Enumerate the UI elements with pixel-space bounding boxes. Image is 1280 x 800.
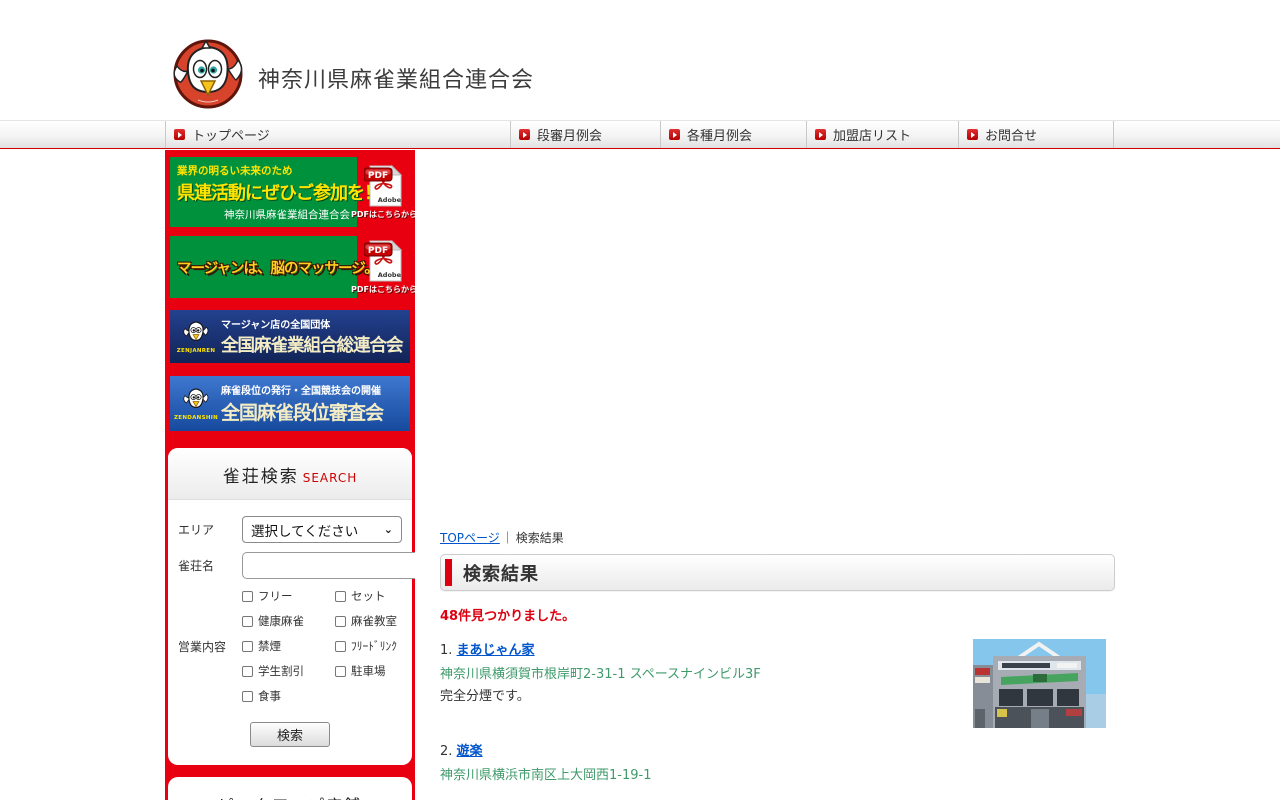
checkbox-free[interactable]: フリー <box>242 588 335 604</box>
pickup-stores-panel: ピックアップ店舗 <box>168 777 412 800</box>
nav-item-various-monthly[interactable]: 各種月例会 <box>660 121 806 148</box>
breadcrumb-top-link[interactable]: TOPページ <box>440 531 500 545</box>
main-nav: トップページ 段審月例会 各種月例会 加盟店リスト お問合せ <box>0 120 1280 149</box>
banner-recruit[interactable]: 業界の明るい未来のため 県連活動にぜひご参加を！ 神奈川県麻雀業組合連合会 Ad… <box>170 157 411 227</box>
breadcrumb-current: 検索結果 <box>516 531 564 545</box>
zenjanren-bird-icon: ZENJANREN <box>175 319 217 354</box>
results-list: 1. まあじゃん家 神奈川県横須賀市根岸町2-31-1 スペースナインビル3F … <box>440 639 1115 783</box>
banner-recruit-text: 業界の明るい未来のため 県連活動にぜひご参加を！ 神奈川県麻雀業組合連合会 <box>170 157 357 227</box>
svg-text:Adobe: Adobe <box>378 271 402 279</box>
nav-item-member-stores[interactable]: 加盟店リスト <box>806 121 958 148</box>
parlor-search-panel: 雀荘検索 SEARCH エリア 選択してください ⌄ 雀荘名 営業内容 <box>168 448 412 765</box>
checkbox-icon <box>242 591 253 602</box>
parlor-name-input[interactable] <box>242 552 415 579</box>
checkbox-icon <box>335 666 346 677</box>
banner-massage-text: マージャンは、脳のマッサージ。 <box>170 236 357 298</box>
banner-zendanshin[interactable]: ZENDANSHIN 麻雀段位の発行・全国競技会の開催 全国麻雀段位審査会 <box>170 376 410 431</box>
search-title-en: SEARCH <box>303 471 358 485</box>
breadcrumb: TOPページ｜検索結果 <box>440 529 1115 546</box>
nav-arrow-icon <box>174 129 185 140</box>
pdf-download-2[interactable]: Adobe PDF PDFはこちらから <box>357 236 411 298</box>
nav-arrow-icon <box>967 129 978 140</box>
nav-item-contact[interactable]: お問合せ <box>958 121 1114 148</box>
result-2-address: 神奈川県横浜市南区上大岡西1-19-1 <box>440 764 1115 783</box>
page-title: 神奈川県麻雀業組合連合会 <box>258 62 534 94</box>
checkbox-icon <box>242 691 253 702</box>
checkbox-icon <box>335 591 346 602</box>
pdf-file-icon: Adobe PDF <box>364 239 404 283</box>
checkbox-set[interactable]: セット <box>335 588 402 604</box>
search-button[interactable]: 検索 <box>250 722 330 747</box>
checkbox-parking[interactable]: 駐車場 <box>335 663 402 679</box>
checkbox-meals[interactable]: 食事 <box>242 688 335 704</box>
heading-accent-bar <box>445 559 452 586</box>
result-count: 48件見つかりました。 <box>440 605 1115 624</box>
nav-item-danshin-monthly[interactable]: 段審月例会 <box>510 121 660 148</box>
site-logo-bird-icon[interactable] <box>168 38 248 114</box>
parlor-name-label: 雀荘名 <box>178 557 242 574</box>
result-1-photo[interactable] <box>973 639 1106 728</box>
sidebar: 業界の明るい未来のため 県連活動にぜひご参加を！ 神奈川県麻雀業組合連合会 Ad… <box>165 150 415 800</box>
area-label: エリア <box>178 521 242 538</box>
checkbox-icon <box>335 616 346 627</box>
svg-text:PDF: PDF <box>368 246 388 256</box>
banner-massage[interactable]: マージャンは、脳のマッサージ。 Adobe PDF PDFはこちらから <box>170 236 411 298</box>
main-content: TOPページ｜検索結果 検索結果 48件見つかりました。 1. まあじゃん家 神… <box>440 529 1115 800</box>
pdf-file-icon: Adobe PDF <box>364 164 404 208</box>
checkbox-free-drink[interactable]: ﾌﾘｰﾄﾞﾘﾝｸ <box>335 638 402 654</box>
checkbox-icon <box>242 616 253 627</box>
results-heading: 検索結果 <box>463 560 539 586</box>
search-panel-header: 雀荘検索 SEARCH <box>168 448 412 500</box>
nav-arrow-icon <box>519 129 530 140</box>
banner-zenjanren[interactable]: ZENJANREN マージャン店の全国団体 全国麻雀業組合総連合会 <box>170 310 410 363</box>
checkbox-no-smoking[interactable]: 禁煙 <box>242 638 335 654</box>
svg-text:Adobe: Adobe <box>378 196 402 204</box>
checkbox-student-discount[interactable]: 学生割引 <box>242 663 335 679</box>
checkbox-healthy-mahjong[interactable]: 健康麻雀 <box>242 613 335 629</box>
svg-text:PDF: PDF <box>368 171 388 181</box>
pdf-download-1[interactable]: Adobe PDF PDFはこちらから <box>357 157 411 227</box>
business-content-options: フリー セット 健康麻雀 麻雀教室 禁煙 ﾌﾘｰﾄﾞﾘﾝｸ 学生割引 駐車場 食… <box>242 588 402 704</box>
checkbox-mahjong-class[interactable]: 麻雀教室 <box>335 613 402 629</box>
checkbox-icon <box>242 666 253 677</box>
result-1-link[interactable]: まあじゃん家 <box>457 643 535 658</box>
pickup-stores-title: ピックアップ店舗 <box>218 796 362 800</box>
checkbox-icon <box>335 641 346 652</box>
area-select[interactable]: 選択してください ⌄ <box>242 516 402 543</box>
checkbox-icon <box>242 641 253 652</box>
zendanshin-bird-icon: ZENDANSHIN <box>175 386 217 421</box>
nav-arrow-icon <box>669 129 680 140</box>
nav-item-top[interactable]: トップページ <box>165 121 510 148</box>
result-2-link[interactable]: 遊楽 <box>457 744 483 759</box>
chevron-down-icon: ⌄ <box>384 523 393 536</box>
search-title: 雀荘検索 <box>223 467 299 487</box>
results-heading-box: 検索結果 <box>440 554 1115 591</box>
nav-arrow-icon <box>815 129 826 140</box>
page: 神奈川県麻雀業組合連合会 トップページ 段審月例会 各種月例会 加盟店リスト お <box>0 0 1280 800</box>
result-item-2: 2. 遊楽 神奈川県横浜市南区上大岡西1-19-1 <box>440 740 1115 783</box>
business-content-label: 営業内容 <box>178 638 242 655</box>
